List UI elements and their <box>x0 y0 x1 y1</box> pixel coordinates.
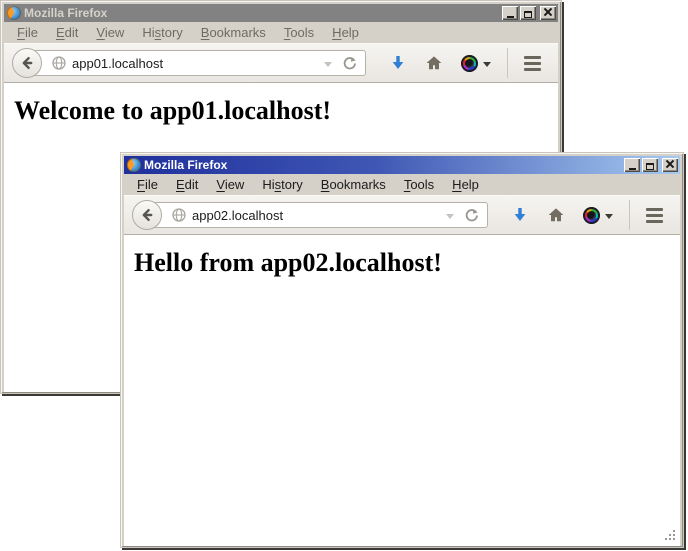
maximize-icon <box>646 163 654 170</box>
minimize-icon <box>507 16 514 18</box>
navigation-toolbar: app02.localhost <box>124 195 680 235</box>
close-button[interactable] <box>540 6 556 20</box>
home-icon <box>547 206 565 224</box>
menu-view[interactable]: View <box>87 24 133 41</box>
resize-grip[interactable] <box>663 529 676 542</box>
window-controls <box>502 6 556 20</box>
menu-tools[interactable]: Tools <box>395 176 443 193</box>
home-icon <box>425 54 443 72</box>
back-arrow-icon <box>19 55 35 71</box>
reload-button[interactable] <box>464 208 479 223</box>
url-text[interactable]: app02.localhost <box>192 208 442 223</box>
minimize-button[interactable] <box>502 6 518 20</box>
back-button[interactable] <box>132 200 162 230</box>
download-button[interactable] <box>389 54 407 72</box>
close-icon <box>543 8 552 16</box>
url-text[interactable]: app01.localhost <box>72 56 320 71</box>
title-bar[interactable]: Mozilla Firefox <box>4 4 558 22</box>
hamburger-menu-button[interactable] <box>524 56 541 71</box>
window-controls <box>624 158 678 172</box>
menu-bar: FileEditViewHistoryBookmarksToolsHelp <box>4 22 558 43</box>
menu-file[interactable]: File <box>128 176 167 193</box>
menu-tools[interactable]: Tools <box>275 24 323 41</box>
menu-edit[interactable]: Edit <box>167 176 207 193</box>
url-bar[interactable]: app02.localhost <box>147 202 488 228</box>
globe-icon <box>52 56 66 70</box>
url-dropdown-arrow-icon[interactable] <box>324 62 332 67</box>
window-title: Mozilla Firefox <box>144 158 624 172</box>
menu-history[interactable]: History <box>253 176 311 193</box>
back-arrow-icon <box>139 207 155 223</box>
reload-icon <box>464 208 479 223</box>
menu-edit[interactable]: Edit <box>47 24 87 41</box>
page-content: Hello from app02.localhost! <box>124 235 680 546</box>
menu-bar: FileEditViewHistoryBookmarksToolsHelp <box>124 174 680 195</box>
reload-button[interactable] <box>342 56 357 71</box>
home-button[interactable] <box>547 206 565 224</box>
page-heading: Hello from app02.localhost! <box>134 248 680 278</box>
toolbar-separator <box>629 200 630 230</box>
url-bar[interactable]: app01.localhost <box>27 50 366 76</box>
colorwheel-icon <box>583 207 600 224</box>
url-dropdown-arrow-icon[interactable] <box>446 214 454 219</box>
download-button[interactable] <box>511 206 529 224</box>
hamburger-menu-button[interactable] <box>646 208 663 223</box>
download-arrow-icon <box>389 54 407 72</box>
hamburger-icon <box>646 208 663 211</box>
colorwheel-icon <box>461 55 478 72</box>
window-title: Mozilla Firefox <box>24 6 502 20</box>
firefox-logo-icon <box>7 6 21 20</box>
menu-help[interactable]: Help <box>443 176 488 193</box>
hamburger-icon <box>524 56 541 59</box>
menu-history[interactable]: History <box>133 24 191 41</box>
close-icon <box>665 160 674 168</box>
firefox-window-app02[interactable]: Mozilla Firefox FileEditViewHistoryBookm… <box>120 152 684 548</box>
menu-view[interactable]: View <box>207 176 253 193</box>
globe-icon <box>172 208 186 222</box>
addon-colorwheel-button[interactable] <box>583 207 613 224</box>
addon-colorwheel-button[interactable] <box>461 55 491 72</box>
reload-icon <box>342 56 357 71</box>
minimize-button[interactable] <box>624 158 640 172</box>
menu-bookmarks[interactable]: Bookmarks <box>192 24 275 41</box>
chevron-down-icon <box>605 214 613 219</box>
minimize-icon <box>629 168 636 170</box>
close-button[interactable] <box>662 158 678 172</box>
menu-file[interactable]: File <box>8 24 47 41</box>
maximize-icon <box>524 11 532 18</box>
home-button[interactable] <box>425 54 443 72</box>
toolbar-separator <box>507 48 508 78</box>
download-arrow-icon <box>511 206 529 224</box>
maximize-button[interactable] <box>642 158 658 172</box>
back-button[interactable] <box>12 48 42 78</box>
menu-bookmarks[interactable]: Bookmarks <box>312 176 395 193</box>
chevron-down-icon <box>483 62 491 67</box>
navigation-toolbar: app01.localhost <box>4 43 558 83</box>
title-bar[interactable]: Mozilla Firefox <box>124 156 680 174</box>
page-heading: Welcome to app01.localhost! <box>14 96 558 126</box>
menu-help[interactable]: Help <box>323 24 368 41</box>
maximize-button[interactable] <box>520 6 536 20</box>
firefox-logo-icon <box>127 158 141 172</box>
